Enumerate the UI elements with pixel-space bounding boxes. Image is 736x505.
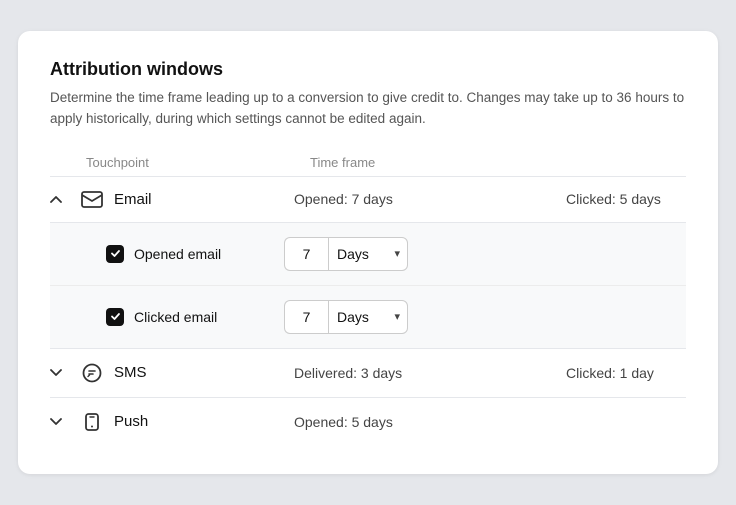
attribution-windows-card: Attribution windows Determine the time f… [18, 31, 718, 474]
push-label: Push [114, 413, 294, 430]
checkbox-clicked-email[interactable] [106, 308, 124, 326]
clicked-email-select-wrapper: Days Hours Weeks ▾ [328, 300, 408, 334]
chevron-push[interactable] [50, 418, 78, 426]
sms-timeframe2: Clicked: 1 day [566, 365, 686, 381]
opened-email-number-input[interactable] [284, 237, 328, 271]
email-icon [78, 191, 106, 208]
email-label: Email [114, 191, 294, 208]
opened-email-unit-select[interactable]: Days Hours Weeks [328, 237, 408, 271]
chevron-email[interactable] [50, 195, 78, 203]
header-timeframe: Time frame [310, 155, 686, 170]
email-subrows: Opened email Days Hours Weeks ▾ [50, 223, 686, 349]
opened-email-input-group: Days Hours Weeks ▾ [284, 237, 408, 271]
push-icon [78, 412, 106, 432]
row-email: Email Opened: 7 days Clicked: 5 days [50, 177, 686, 223]
clicked-email-label: Clicked email [134, 309, 284, 325]
email-timeframe2: Clicked: 5 days [566, 191, 686, 207]
card-title: Attribution windows [50, 59, 686, 80]
chevron-sms[interactable] [50, 369, 78, 377]
opened-email-label: Opened email [134, 246, 284, 262]
subrow-opened-email: Opened email Days Hours Weeks ▾ [50, 223, 686, 286]
sms-icon [78, 363, 106, 383]
table-header: Touchpoint Time frame [50, 149, 686, 177]
email-timeframe1: Opened: 7 days [294, 191, 566, 207]
card-description: Determine the time frame leading up to a… [50, 88, 686, 129]
subrow-clicked-email: Clicked email Days Hours Weeks ▾ [50, 286, 686, 348]
push-timeframe1: Opened: 5 days [294, 414, 566, 430]
header-touchpoint: Touchpoint [50, 155, 310, 170]
clicked-email-unit-select[interactable]: Days Hours Weeks [328, 300, 408, 334]
checkbox-opened-email[interactable] [106, 245, 124, 263]
opened-email-select-wrapper: Days Hours Weeks ▾ [328, 237, 408, 271]
row-sms: SMS Delivered: 3 days Clicked: 1 day [50, 349, 686, 398]
sms-label: SMS [114, 364, 294, 381]
clicked-email-number-input[interactable] [284, 300, 328, 334]
row-push: Push Opened: 5 days [50, 398, 686, 446]
sms-timeframe1: Delivered: 3 days [294, 365, 566, 381]
clicked-email-input-group: Days Hours Weeks ▾ [284, 300, 408, 334]
